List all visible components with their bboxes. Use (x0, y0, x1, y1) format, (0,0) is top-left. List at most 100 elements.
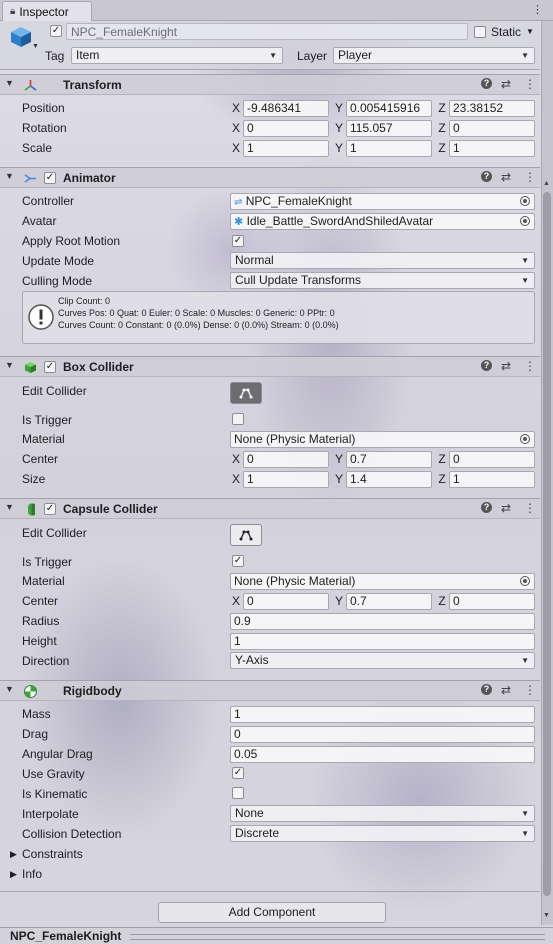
scale-y-field[interactable]: 1 (346, 140, 432, 157)
update-mode-dropdown[interactable]: Normal ▼ (230, 252, 535, 269)
size-x-field[interactable]: 1 (243, 471, 329, 488)
icon-dropdown-arrow-icon[interactable]: ▼ (32, 43, 39, 50)
help-icon[interactable]: ? (481, 171, 492, 182)
axis-z-label[interactable]: Z (436, 121, 448, 135)
constraints-foldout-arrow-icon[interactable]: ▶ (10, 849, 17, 860)
box-collider-header[interactable]: ▼ ✓ Box Collider ? ⇄ ⋮ (0, 356, 540, 377)
help-icon[interactable]: ? (481, 78, 492, 89)
material-field[interactable]: None (Physic Material) (230, 573, 535, 590)
static-checkbox[interactable] (474, 26, 486, 38)
scale-x-field[interactable]: 1 (243, 140, 329, 157)
axis-y-label[interactable]: Y (333, 452, 345, 466)
center-x-field[interactable]: 0 (243, 593, 329, 610)
position-x-field[interactable]: -9.486341 (243, 100, 329, 117)
axis-y-label[interactable]: Y (333, 594, 345, 608)
use-gravity-checkbox[interactable]: ✓ (232, 767, 244, 779)
transform-header[interactable]: ▼ Transform ? ⇄ ⋮ (0, 74, 540, 95)
lock-icon[interactable]: 🔒︎ (10, 6, 15, 17)
axis-z-label[interactable]: Z (436, 141, 448, 155)
preview-footer[interactable]: NPC_FemaleKnight (0, 927, 553, 944)
axis-x-label[interactable]: X (230, 121, 242, 135)
rotation-x-field[interactable]: 0 (243, 120, 329, 137)
help-icon[interactable]: ? (481, 502, 492, 513)
component-menu-icon[interactable]: ⋮ (524, 170, 536, 184)
axis-y-label[interactable]: Y (333, 141, 345, 155)
direction-dropdown[interactable]: Y-Axis ▼ (230, 652, 535, 669)
box-collider-enabled-checkbox[interactable]: ✓ (44, 361, 56, 373)
axis-z-label[interactable]: Z (436, 101, 448, 115)
scroll-up-arrow-icon[interactable]: ▲ (543, 180, 550, 187)
center-z-field[interactable]: 0 (449, 451, 535, 468)
rotation-z-field[interactable]: 0 (449, 120, 535, 137)
component-menu-icon[interactable]: ⋮ (524, 683, 536, 697)
mass-field[interactable]: 1 (230, 706, 535, 723)
tab-inspector[interactable]: 🔒︎ Inspector (2, 1, 92, 21)
animator-enabled-checkbox[interactable]: ✓ (44, 172, 56, 184)
size-z-field[interactable]: 1 (449, 471, 535, 488)
object-picker-icon[interactable] (520, 434, 530, 444)
static-dropdown-arrow-icon[interactable]: ▼ (526, 27, 534, 36)
axis-x-label[interactable]: X (230, 594, 242, 608)
foldout-arrow-icon[interactable]: ▼ (5, 360, 14, 370)
radius-field[interactable]: 0.9 (230, 613, 535, 630)
is-trigger-checkbox[interactable]: ✓ (232, 555, 244, 567)
drag-handle-icon[interactable] (130, 934, 545, 940)
presets-icon[interactable]: ⇄ (501, 683, 511, 697)
object-picker-icon[interactable] (520, 216, 530, 226)
object-picker-icon[interactable] (520, 196, 530, 206)
apply-root-motion-checkbox[interactable]: ✓ (232, 235, 244, 247)
capsule-collider-enabled-checkbox[interactable]: ✓ (44, 503, 56, 515)
info-foldout-arrow-icon[interactable]: ▶ (10, 869, 17, 880)
is-kinematic-checkbox[interactable] (232, 787, 244, 799)
axis-y-label[interactable]: Y (333, 121, 345, 135)
foldout-arrow-icon[interactable]: ▼ (5, 78, 14, 88)
interpolate-dropdown[interactable]: None ▼ (230, 805, 535, 822)
foldout-arrow-icon[interactable]: ▼ (5, 171, 14, 181)
axis-z-label[interactable]: Z (436, 452, 448, 466)
tag-dropdown[interactable]: Item ▼ (71, 47, 283, 64)
add-component-button[interactable]: Add Component (158, 902, 386, 923)
axis-z-label[interactable]: Z (436, 594, 448, 608)
size-y-field[interactable]: 1.4 (346, 471, 432, 488)
axis-z-label[interactable]: Z (436, 472, 448, 486)
component-menu-icon[interactable]: ⋮ (524, 501, 536, 515)
scrollbar-thumb[interactable] (543, 192, 551, 896)
foldout-arrow-icon[interactable]: ▼ (5, 502, 14, 512)
scale-z-field[interactable]: 1 (449, 140, 535, 157)
info-foldout[interactable]: Info (22, 867, 42, 881)
object-picker-icon[interactable] (520, 576, 530, 586)
center-y-field[interactable]: 0.7 (346, 451, 432, 468)
axis-x-label[interactable]: X (230, 452, 242, 466)
center-y-field[interactable]: 0.7 (346, 593, 432, 610)
capsule-collider-header[interactable]: ▼ ✓ Capsule Collider ? ⇄ ⋮ (0, 498, 540, 519)
component-menu-icon[interactable]: ⋮ (524, 77, 536, 91)
drag-field[interactable]: 0 (230, 726, 535, 743)
height-field[interactable]: 1 (230, 633, 535, 650)
center-z-field[interactable]: 0 (449, 593, 535, 610)
layer-dropdown[interactable]: Player ▼ (333, 47, 535, 64)
position-z-field[interactable]: 23.38152 (449, 100, 535, 117)
avatar-field[interactable]: ✱ Idle_Battle_SwordAndShiledAvatar (230, 213, 535, 230)
tab-menu-icon[interactable]: ⋮ (532, 3, 543, 16)
rigidbody-header[interactable]: ▼ Rigidbody ? ⇄ ⋮ (0, 680, 540, 701)
presets-icon[interactable]: ⇄ (501, 170, 511, 184)
edit-collider-button[interactable] (230, 524, 262, 546)
is-trigger-checkbox[interactable] (232, 413, 244, 425)
collision-detection-dropdown[interactable]: Discrete ▼ (230, 825, 535, 842)
axis-y-label[interactable]: Y (333, 472, 345, 486)
help-icon[interactable]: ? (481, 684, 492, 695)
presets-icon[interactable]: ⇄ (501, 77, 511, 91)
material-field[interactable]: None (Physic Material) (230, 431, 535, 448)
foldout-arrow-icon[interactable]: ▼ (5, 684, 14, 694)
constraints-foldout[interactable]: Constraints (22, 847, 83, 861)
center-x-field[interactable]: 0 (243, 451, 329, 468)
animator-header[interactable]: ▼ ✓ Animator ? ⇄ ⋮ (0, 167, 540, 188)
culling-mode-dropdown[interactable]: Cull Update Transforms ▼ (230, 272, 535, 289)
axis-x-label[interactable]: X (230, 101, 242, 115)
edit-collider-button[interactable] (230, 382, 262, 404)
axis-x-label[interactable]: X (230, 141, 242, 155)
gameobject-active-checkbox[interactable]: ✓ (50, 25, 62, 37)
presets-icon[interactable]: ⇄ (501, 501, 511, 515)
presets-icon[interactable]: ⇄ (501, 359, 511, 373)
axis-y-label[interactable]: Y (333, 101, 345, 115)
